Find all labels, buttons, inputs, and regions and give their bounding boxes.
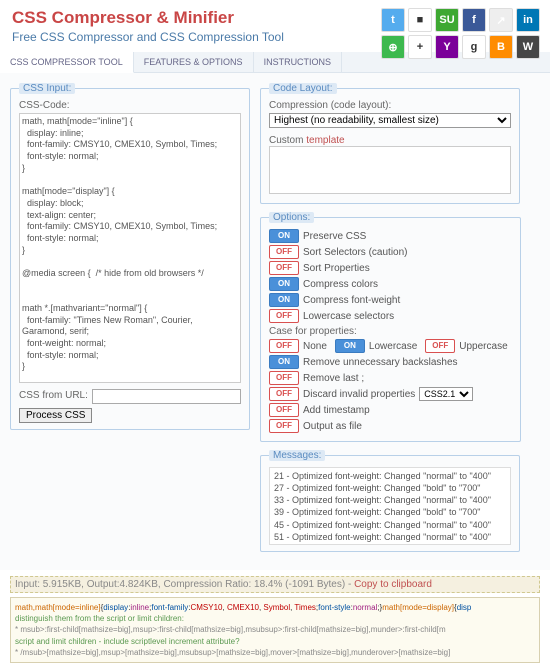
option-label: Add timestamp bbox=[303, 405, 370, 416]
header: CSS Compressor & Minifier Free CSS Compr… bbox=[0, 0, 550, 52]
toggle[interactable] bbox=[269, 229, 299, 243]
compression-label: Compression (code layout): bbox=[269, 100, 511, 111]
social-icon[interactable]: ↗ bbox=[489, 8, 513, 32]
discard-select[interactable]: CSS2.1 bbox=[419, 387, 473, 401]
toggle[interactable] bbox=[269, 387, 299, 401]
toggle[interactable] bbox=[269, 371, 299, 385]
output-code[interactable]: math,math[mode=inline]{display:inline;fo… bbox=[10, 597, 540, 663]
social-icon[interactable]: Y bbox=[435, 35, 459, 59]
css-code-label: CSS-Code: bbox=[19, 100, 241, 111]
message-line: 27 - Optimized font-weight: Changed "bol… bbox=[274, 482, 506, 494]
toggle[interactable] bbox=[269, 277, 299, 291]
social-icons: t■SUf↗in ⊕+YgBW bbox=[381, 8, 540, 62]
option-label: Remove last ; bbox=[303, 373, 364, 384]
option-label: Remove unnecessary backslashes bbox=[303, 357, 458, 368]
message-line: 21 - Optimized font-weight: Changed "nor… bbox=[274, 470, 506, 482]
option-label: Compress font-weight bbox=[303, 295, 400, 306]
css-input-legend: CSS Input: bbox=[19, 83, 75, 94]
option-label: Lowercase selectors bbox=[303, 311, 394, 322]
toggle[interactable] bbox=[425, 339, 455, 353]
custom-template-textarea[interactable] bbox=[269, 146, 511, 194]
option-label: Discard invalid properties bbox=[303, 389, 415, 400]
stats-bar: Input: 5.915KB, Output:4.824KB, Compress… bbox=[10, 576, 540, 593]
process-button[interactable]: Process CSS bbox=[19, 408, 92, 423]
tab[interactable]: INSTRUCTIONS bbox=[254, 52, 343, 72]
template-link[interactable]: template bbox=[306, 135, 344, 146]
toggle[interactable] bbox=[269, 355, 299, 369]
code-layout-legend: Code Layout: bbox=[269, 83, 337, 94]
messages-list[interactable]: 21 - Optimized font-weight: Changed "nor… bbox=[269, 467, 511, 545]
social-icon[interactable]: + bbox=[408, 35, 432, 59]
social-icon[interactable]: ⊕ bbox=[381, 35, 405, 59]
toggle[interactable] bbox=[269, 309, 299, 323]
css-code-textarea[interactable] bbox=[19, 113, 241, 383]
toggle[interactable] bbox=[335, 339, 365, 353]
toggle[interactable] bbox=[269, 261, 299, 275]
code-layout-panel: Code Layout: Compression (code layout): … bbox=[260, 83, 520, 204]
message-line: 33 - Optimized font-weight: Changed "nor… bbox=[274, 494, 506, 506]
options-legend: Options: bbox=[269, 212, 314, 223]
css-url-label: CSS from URL: bbox=[19, 390, 88, 401]
social-icon[interactable]: g bbox=[462, 35, 486, 59]
toggle[interactable] bbox=[269, 245, 299, 259]
social-icon[interactable]: ■ bbox=[408, 8, 432, 32]
option-label: Preserve CSS bbox=[303, 231, 366, 242]
social-icon[interactable]: B bbox=[489, 35, 513, 59]
option-label: Output as file bbox=[303, 421, 362, 432]
social-icon[interactable]: f bbox=[462, 8, 486, 32]
tab[interactable]: CSS COMPRESSOR TOOL bbox=[0, 52, 134, 73]
toggle[interactable] bbox=[269, 339, 299, 353]
messages-legend: Messages: bbox=[269, 450, 325, 461]
css-input-panel: CSS Input: CSS-Code: CSS from URL: Proce… bbox=[10, 83, 250, 430]
option-label: Sort Properties bbox=[303, 263, 370, 274]
message-line: 39 - Optimized font-weight: Changed "bol… bbox=[274, 506, 506, 518]
social-icon[interactable]: W bbox=[516, 35, 540, 59]
copy-link[interactable]: Copy to clipboard bbox=[354, 579, 432, 590]
tab[interactable]: FEATURES & OPTIONS bbox=[134, 52, 254, 72]
css-url-input[interactable] bbox=[92, 389, 241, 404]
social-icon[interactable]: in bbox=[516, 8, 540, 32]
toggle[interactable] bbox=[269, 403, 299, 417]
options-panel: Options: Preserve CSS Sort Selectors (cau… bbox=[260, 212, 521, 442]
custom-label: Custom bbox=[269, 135, 306, 146]
compression-select[interactable]: Highest (no readability, smallest size) bbox=[269, 113, 511, 128]
message-line: 51 - Optimized font-weight: Changed "nor… bbox=[274, 531, 506, 543]
messages-panel: Messages: 21 - Optimized font-weight: Ch… bbox=[260, 450, 520, 552]
option-label: Sort Selectors (caution) bbox=[303, 247, 408, 258]
option-label: Compress colors bbox=[303, 279, 378, 290]
social-icon[interactable]: t bbox=[381, 8, 405, 32]
toggle[interactable] bbox=[269, 293, 299, 307]
message-line: 57 - Optimized font-weight: Changed "bol… bbox=[274, 543, 506, 545]
message-line: 45 - Optimized font-weight: Changed "nor… bbox=[274, 519, 506, 531]
case-label: Case for properties: bbox=[269, 326, 512, 337]
social-icon[interactable]: SU bbox=[435, 8, 459, 32]
toggle[interactable] bbox=[269, 419, 299, 433]
